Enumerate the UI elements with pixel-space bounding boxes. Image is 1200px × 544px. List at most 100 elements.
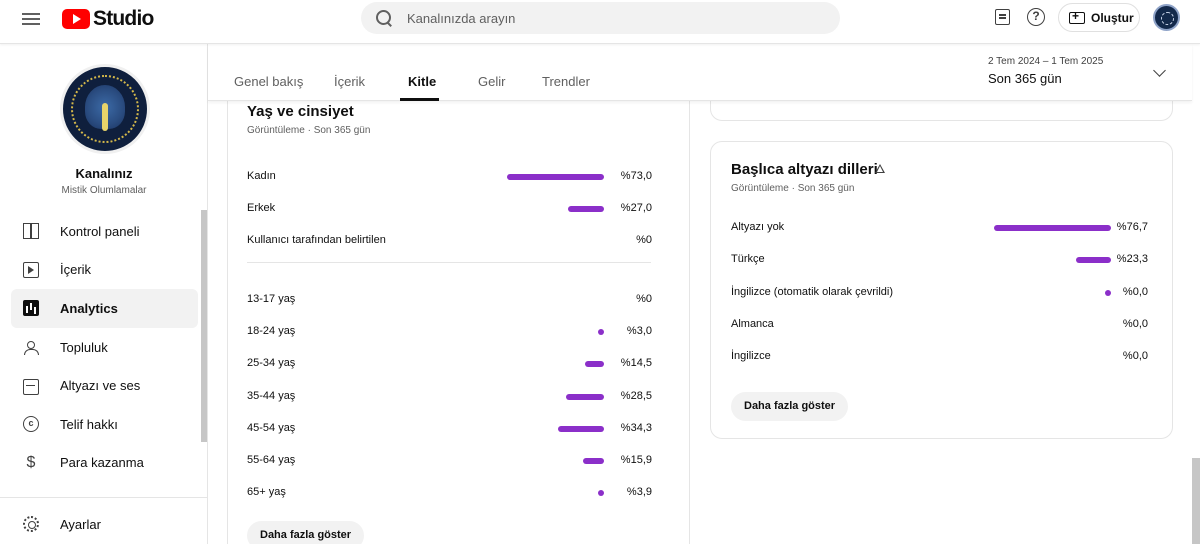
active-tab-indicator — [400, 98, 439, 101]
sidebar-item-monetization[interactable]: $ Para kazanma — [11, 444, 198, 483]
top-bar: Studio ? Oluştur — [0, 0, 1200, 44]
sidebar: Kanalınız Mistik Olumlamalar Kontrol pan… — [0, 44, 208, 544]
table-row: Altyazı yok %76,7 — [731, 221, 1148, 237]
copyright-icon: c — [23, 416, 39, 433]
row-label: Erkek — [247, 202, 276, 214]
row-value: %27,0 — [620, 202, 652, 214]
analytics-tabs: Genel bakış İçerik Kitle Gelir Trendler … — [208, 44, 1192, 101]
sidebar-item-settings[interactable]: Ayarlar — [11, 505, 198, 544]
divider — [247, 262, 651, 263]
row-value: %73,0 — [620, 170, 652, 182]
subtitle-languages-card: Başlıca altyazı dilleri Görüntüleme · So… — [710, 141, 1173, 439]
sidebar-item-label: Para kazanma — [60, 455, 144, 471]
account-avatar[interactable] — [1153, 4, 1180, 31]
previous-card — [710, 101, 1173, 121]
row-label: İngilizce — [731, 350, 771, 363]
bar — [994, 225, 1111, 231]
row-label: 13-17 yaş — [247, 293, 296, 305]
sidebar-item-subtitles[interactable]: Altyazı ve ses — [11, 366, 198, 405]
table-row: Kadın %73,0 — [247, 170, 652, 186]
row-label: 18-24 yaş — [247, 325, 296, 338]
sidebar-divider — [0, 497, 207, 498]
menu-icon[interactable] — [22, 10, 42, 30]
sidebar-item-community[interactable]: Topluluk — [11, 328, 198, 367]
channel-avatar[interactable] — [60, 64, 150, 154]
tab-revenue[interactable]: Gelir — [478, 74, 505, 89]
row-label: 25-34 yaş — [247, 357, 296, 370]
sidebar-item-label: Topluluk — [60, 339, 108, 355]
row-value: %0,0 — [1122, 317, 1148, 330]
sidebar-item-analytics[interactable]: Analytics — [11, 289, 198, 328]
tab-content[interactable]: İçerik — [334, 74, 365, 89]
sidebar-item-content[interactable]: İçerik — [11, 251, 198, 290]
table-row: 13-17 yaş %0 — [247, 293, 652, 309]
row-label: Altyazı yok — [731, 221, 785, 233]
channel-handle: Mistik Olumlamalar — [61, 185, 147, 196]
row-value: %15,9 — [620, 454, 652, 466]
row-label: İngilizce (otomatik olarak çevrildi) — [731, 285, 893, 298]
table-row: Almanca %0,0 — [731, 318, 1148, 334]
bar — [568, 206, 604, 212]
sidebar-item-dashboard[interactable]: Kontrol paneli — [11, 212, 198, 251]
row-value: %0,0 — [1122, 350, 1148, 363]
sidebar-item-label: Analytics — [60, 300, 118, 316]
bar — [507, 174, 604, 180]
show-more-button[interactable]: Daha fazla göster — [247, 521, 365, 544]
table-row: Erkek %27,0 — [247, 202, 652, 218]
row-label: 35-44 yaş — [247, 389, 296, 402]
create-label: Oluştur — [1091, 10, 1134, 25]
logo-text: Studio — [93, 7, 154, 30]
community-icon — [23, 339, 39, 356]
bar — [566, 393, 604, 400]
card-title: Yaş ve cinsiyet — [247, 103, 354, 120]
date-range[interactable]: 2 Tem 2024 – 1 Tem 2025 — [988, 56, 1103, 67]
row-value: %0 — [636, 234, 652, 246]
gear-icon — [23, 516, 39, 533]
create-video-icon — [1069, 9, 1085, 24]
sidebar-scrollbar[interactable] — [201, 210, 207, 442]
row-value: %28,5 — [620, 389, 652, 402]
page-scrollbar[interactable] — [1192, 458, 1200, 544]
tab-overview[interactable]: Genel bakış — [234, 74, 303, 89]
help-icon[interactable]: ? — [1027, 8, 1045, 26]
tab-audience[interactable]: Kitle — [408, 74, 436, 89]
age-gender-card: Yaş ve cinsiyet Görüntüleme · Son 365 gü… — [227, 101, 690, 544]
bar — [583, 458, 604, 464]
sidebar-nav: Kontrol paneli İçerik Analytics Topluluk… — [11, 212, 198, 482]
show-more-button[interactable]: Daha fazla göster — [731, 392, 849, 421]
sidebar-item-label: Altyazı ve ses — [60, 378, 141, 394]
row-value: %3,0 — [626, 325, 652, 338]
row-value: %0 — [636, 293, 652, 305]
chevron-down-icon[interactable] — [1153, 64, 1166, 77]
search-icon[interactable] — [375, 9, 393, 27]
tab-trends[interactable]: Trendler — [542, 74, 590, 89]
card-title: Başlıca altyazı dilleri — [731, 161, 878, 178]
search-input[interactable] — [407, 10, 807, 26]
row-label: Kullanıcı tarafından belirtilen — [247, 234, 386, 246]
row-label: 45-54 yaş — [247, 421, 296, 434]
row-label: 65+ yaş — [247, 486, 286, 499]
card-subtitle: Görüntüleme · Son 365 gün — [731, 183, 855, 194]
bar — [558, 425, 604, 432]
studio-logo[interactable]: Studio — [62, 7, 154, 31]
table-row: 35-44 yaş %28,5 — [247, 390, 652, 406]
table-row: İngilizce (otomatik olarak çevrildi) %0,0 — [731, 286, 1148, 302]
search-box[interactable] — [361, 2, 840, 34]
table-row: 25-34 yaş %14,5 — [247, 357, 652, 373]
row-label: 55-64 yaş — [247, 454, 296, 466]
table-row: 45-54 yaş %34,3 — [247, 422, 652, 438]
row-label: Kadın — [247, 170, 276, 182]
sidebar-item-copyright[interactable]: c Telif hakkı — [11, 405, 198, 444]
warning-icon[interactable] — [875, 164, 885, 173]
feedback-icon[interactable] — [995, 9, 1010, 25]
row-value: %3,9 — [626, 486, 652, 499]
main-content: Yaş ve cinsiyet Görüntüleme · Son 365 gü… — [208, 101, 1192, 544]
create-button[interactable]: Oluştur — [1058, 3, 1140, 32]
row-value: %14,5 — [620, 357, 652, 370]
sidebar-item-label: Ayarlar — [60, 516, 101, 532]
date-period[interactable]: Son 365 gün — [988, 71, 1062, 86]
row-value: %34,3 — [620, 421, 652, 434]
monetization-icon: $ — [26, 453, 36, 471]
sidebar-item-label: İçerik — [60, 262, 92, 278]
table-row: 18-24 yaş %3,0 — [247, 325, 652, 341]
